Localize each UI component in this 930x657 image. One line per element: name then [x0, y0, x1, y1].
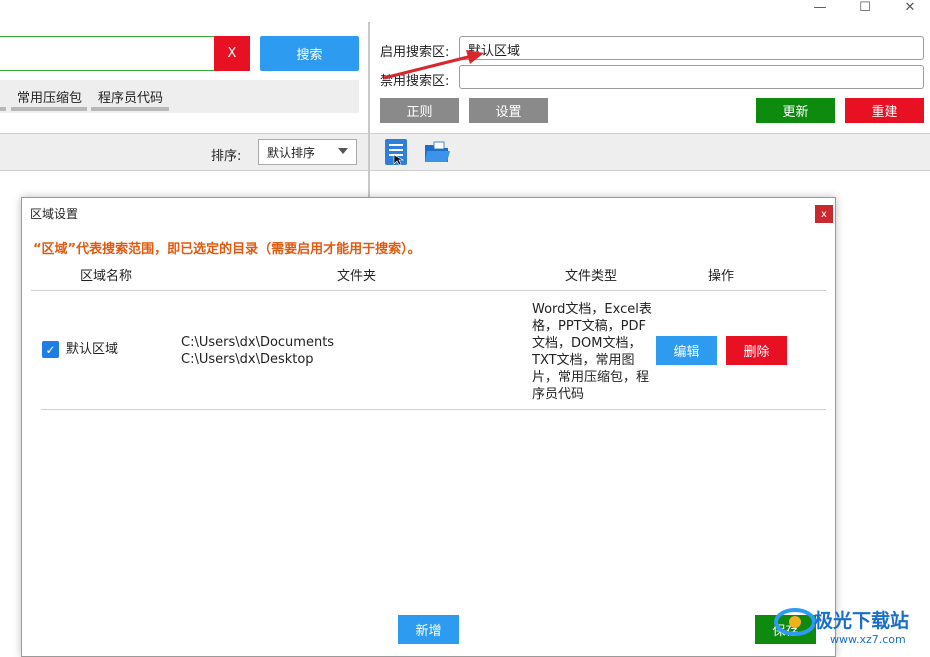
dialog-close-button[interactable]: x	[815, 205, 833, 223]
search-button[interactable]: 搜索	[260, 36, 359, 71]
dialog-title: 区域设置	[30, 207, 79, 221]
header-divider	[31, 290, 826, 291]
maximize-button[interactable]: ☐	[850, 0, 880, 15]
close-window-button[interactable]: ✕	[895, 0, 925, 15]
row-divider	[41, 409, 826, 410]
column-header-name: 区域名称	[80, 269, 133, 284]
area-enabled-checkbox[interactable]: ✓	[42, 341, 59, 358]
enabled-area-field[interactable]: 默认区域	[459, 36, 924, 60]
list-view-icon[interactable]	[384, 138, 408, 166]
column-header-actions: 操作	[708, 269, 735, 284]
regex-button[interactable]: 正则	[380, 98, 459, 123]
annotation-arrow	[383, 50, 484, 80]
minimize-button[interactable]: —	[805, 0, 835, 15]
dialog-note: “区域”代表搜索范围，即已选定的目录（需要启用才能用于搜索）。	[33, 242, 421, 257]
watermark-url: www.xz7.com	[830, 633, 906, 646]
search-input[interactable]	[0, 36, 216, 71]
minimize-icon: —	[813, 0, 827, 15]
clear-search-button[interactable]: X	[214, 36, 250, 71]
file-types-line: 文档，DOM文档，	[532, 336, 642, 351]
category-tab-archives[interactable]: 常用压缩包	[17, 87, 82, 106]
column-header-types: 文件类型	[565, 269, 618, 284]
area-name: 默认区域	[66, 342, 119, 357]
column-header-folder: 文件夹	[337, 269, 377, 284]
edit-area-button[interactable]: 编辑	[656, 336, 717, 365]
category-underline	[11, 107, 87, 111]
close-icon: ✕	[904, 0, 916, 15]
file-types-line: 格，PPT文稿，PDF	[532, 319, 646, 334]
watermark: 极光下载站 www.xz7.com	[770, 600, 930, 657]
file-types-line: Word文档，Excel表	[532, 302, 652, 317]
sort-label: 排序:	[211, 149, 242, 164]
maximize-icon: ☐	[859, 0, 871, 15]
check-icon: ✓	[45, 342, 56, 357]
category-tab-code[interactable]: 程序员代码	[98, 87, 163, 106]
watermark-logo-icon	[774, 608, 816, 636]
area-settings-dialog: 区域设置 x “区域”代表搜索范围，即已选定的目录（需要启用才能用于搜索）。 区…	[21, 197, 836, 657]
folder-path: C:\Users\dx\Documents	[181, 335, 335, 350]
disabled-area-field[interactable]	[459, 65, 924, 89]
watermark-text: 极光下载站	[814, 610, 910, 632]
file-types-line: TXT文档，常用图	[532, 353, 635, 368]
chevron-down-icon	[338, 148, 348, 154]
settings-button[interactable]: 设置	[469, 98, 548, 123]
new-area-button[interactable]: 新增	[398, 615, 459, 644]
folder-path: C:\Users\dx\Desktop	[181, 352, 314, 367]
rebuild-button[interactable]: 重建	[845, 98, 924, 123]
category-underline	[91, 107, 169, 111]
update-button[interactable]: 更新	[756, 98, 835, 123]
category-underline	[0, 107, 6, 111]
file-types-line: 序员代码	[532, 387, 585, 402]
open-folder-icon[interactable]	[423, 140, 451, 164]
delete-area-button[interactable]: 删除	[726, 336, 787, 365]
toolbar	[0, 133, 930, 171]
file-types-line: 片，常用压缩包，程	[532, 370, 650, 385]
